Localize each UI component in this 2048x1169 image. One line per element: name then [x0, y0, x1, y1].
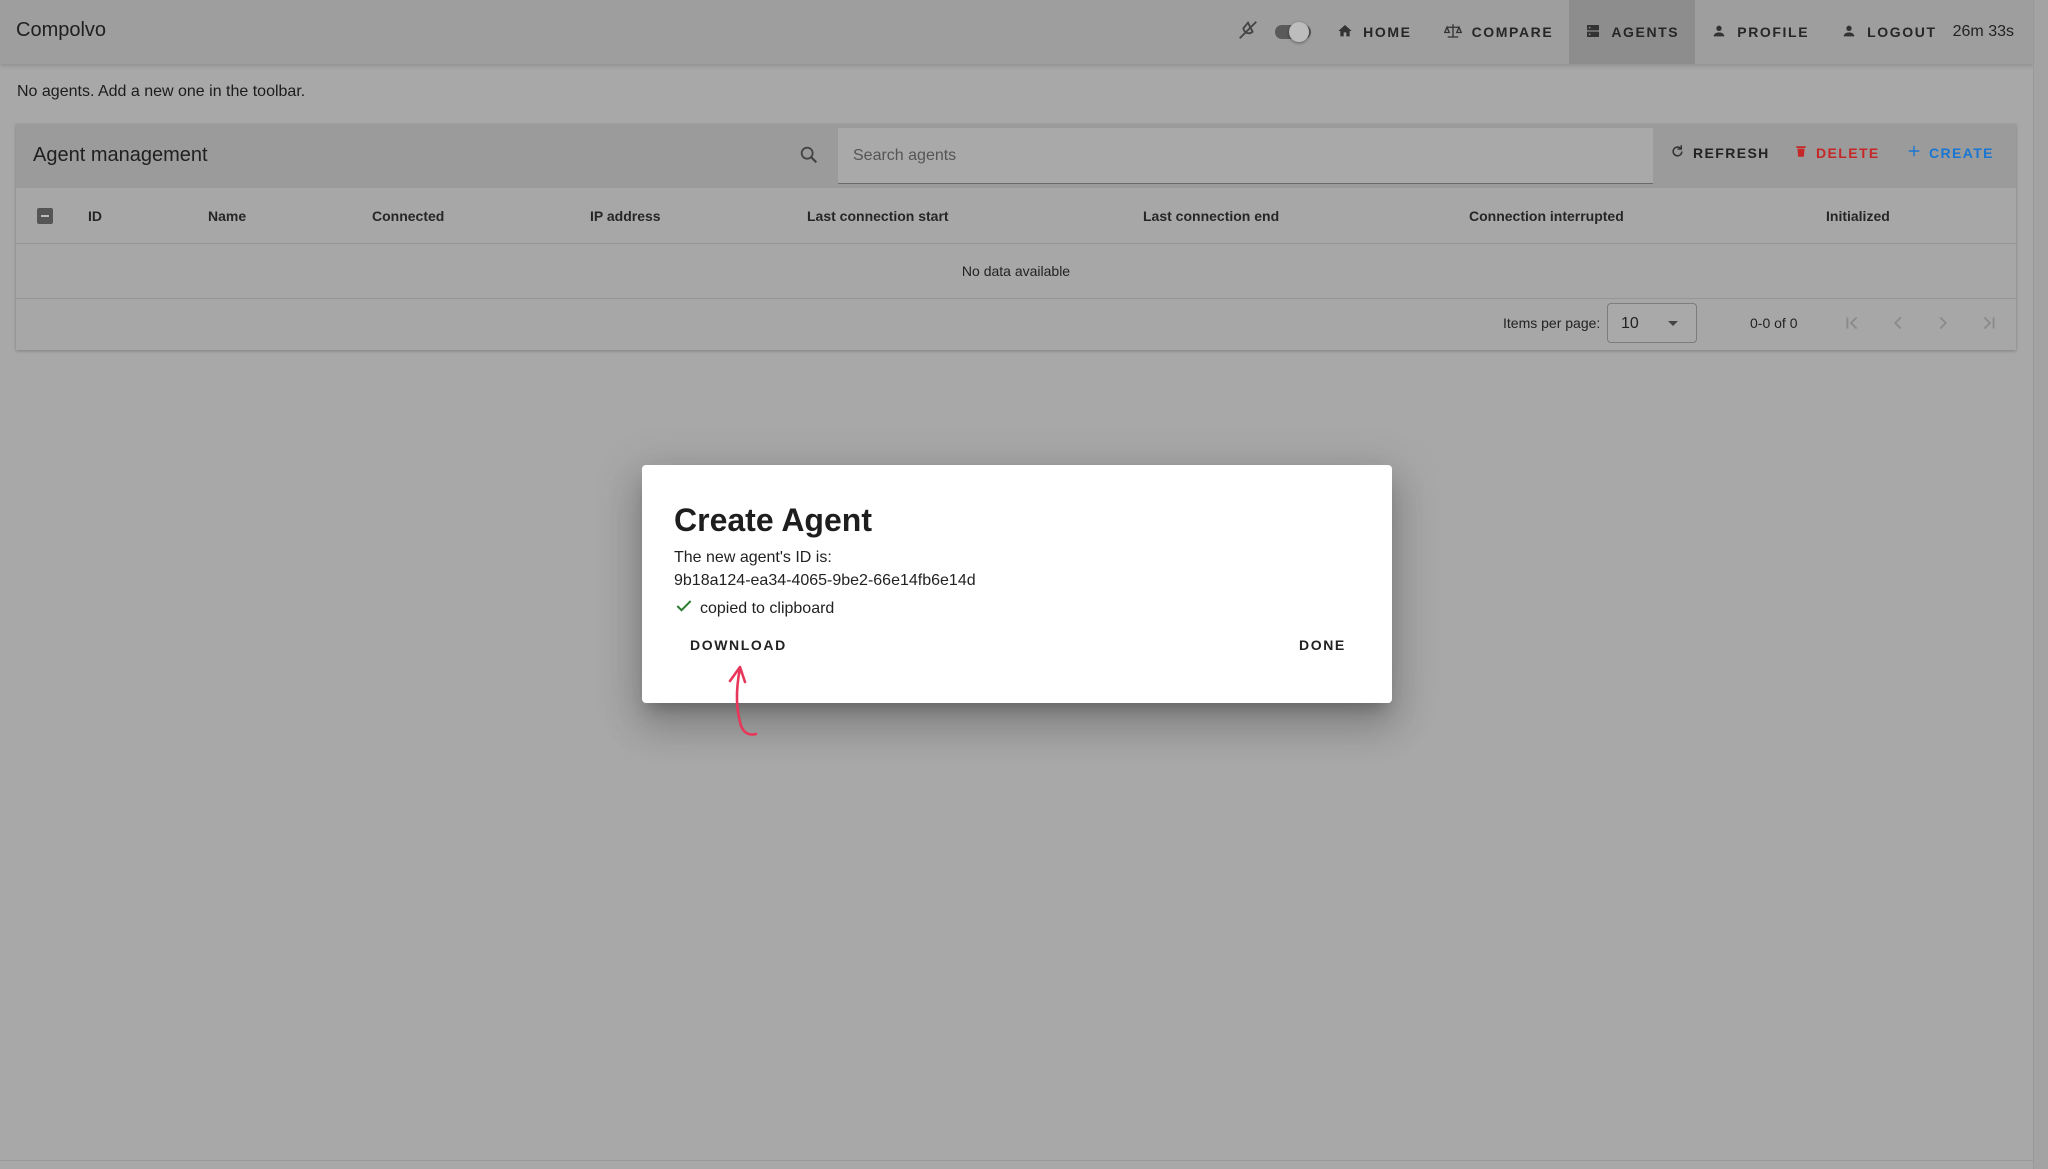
theme-toggle-button[interactable]: [1229, 19, 1267, 46]
trash-icon: [1794, 144, 1816, 162]
column-header-last-connection-end[interactable]: Last connection end: [1143, 208, 1279, 224]
table-title: Agent management: [33, 144, 208, 166]
delete-label: DELETE: [1816, 145, 1880, 161]
last-page-icon[interactable]: [1978, 312, 2000, 339]
caret-down-icon: [1668, 321, 1678, 326]
column-header-ip-address[interactable]: IP address: [590, 208, 661, 224]
items-per-page-select[interactable]: 10: [1607, 303, 1697, 343]
no-data-text: No data available: [961, 263, 1071, 279]
column-header-id[interactable]: ID: [88, 208, 102, 224]
check-icon: [674, 596, 700, 621]
empty-agents-message: No agents. Add a new one in the toolbar.: [17, 83, 306, 100]
items-per-page-value: 10: [1621, 315, 1639, 332]
copied-status: copied to clipboard: [674, 596, 834, 621]
dialog-id-label: The new agent's ID is:: [674, 549, 832, 566]
previous-page-icon[interactable]: [1887, 312, 1909, 339]
first-page-icon[interactable]: [1841, 312, 1863, 339]
session-timer: 26m 33s: [1952, 23, 2014, 40]
refresh-button[interactable]: REFRESH: [1670, 144, 1770, 162]
column-header-last-connection-start[interactable]: Last connection start: [807, 208, 949, 224]
nav-compare-label: COMPARE: [1471, 24, 1554, 40]
dark-mode-switch[interactable]: [1275, 22, 1312, 42]
copied-status-label: copied to clipboard: [700, 599, 835, 617]
nav-home[interactable]: HOME: [1321, 0, 1427, 64]
table-footer: Items per page: 10 0-0 of 0: [16, 299, 2016, 350]
select-all-checkbox[interactable]: [37, 208, 53, 224]
column-header-initialized[interactable]: Initialized: [1826, 208, 1890, 224]
agent-id-text: 9b18a124-ea34-4065-9be2-66e14fb6e14d: [674, 572, 976, 589]
create-label: CREATE: [1929, 144, 1994, 161]
nav-bar: HOME COMPARE AGENTS PROFILE LOGOUT 26m 3…: [1229, 0, 2014, 64]
nav-agents[interactable]: AGENTS: [1569, 0, 1696, 64]
account-icon: [1711, 23, 1737, 42]
delete-button[interactable]: DELETE: [1794, 144, 1880, 162]
search-input[interactable]: [838, 128, 1635, 184]
app-title[interactable]: Compolvo: [16, 19, 106, 42]
refresh-label: REFRESH: [1693, 145, 1770, 161]
nav-compare[interactable]: COMPARE: [1428, 0, 1570, 64]
app-bar: Compolvo HOME COMPARE AGENTS PROFILE LOG…: [0, 0, 2034, 64]
nav-profile[interactable]: PROFILE: [1695, 0, 1825, 64]
page-scrollbar[interactable]: [2033, 0, 2048, 1169]
items-per-page-label: Items per page:: [1503, 315, 1601, 331]
search-icon: [798, 144, 820, 171]
table-row: No data available: [16, 244, 2016, 299]
divider: [0, 1160, 2034, 1161]
column-header-name[interactable]: Name: [208, 208, 246, 224]
search-field[interactable]: [838, 128, 1653, 184]
nav-agents-label: AGENTS: [1611, 24, 1680, 40]
done-button[interactable]: DONE: [1299, 637, 1346, 653]
nav-home-label: HOME: [1363, 24, 1412, 40]
server-icon: [1585, 23, 1611, 42]
annotation-arrow-icon: [728, 665, 758, 736]
nav-logout-label: LOGOUT: [1867, 24, 1937, 40]
download-button[interactable]: DOWNLOAD: [690, 637, 787, 653]
plus-icon: [1907, 144, 1929, 161]
dialog-title: Create Agent: [674, 502, 872, 538]
page-range-text: 0-0 of 0: [1750, 315, 1798, 331]
invert-colors-off-icon: [1237, 19, 1259, 46]
next-page-icon[interactable]: [1932, 312, 1954, 339]
table-header-row: ID Name Connected IP address Last connec…: [16, 188, 2016, 244]
column-header-connected[interactable]: Connected: [372, 208, 444, 224]
scale-balance-icon: [1443, 22, 1472, 43]
home-icon: [1337, 23, 1363, 42]
nav-profile-label: PROFILE: [1737, 24, 1810, 40]
agent-table-card: Agent management REFRESH DELETE CREATE I…: [16, 124, 2016, 350]
create-button[interactable]: CREATE: [1907, 144, 1994, 161]
account-icon: [1841, 23, 1867, 42]
nav-logout[interactable]: LOGOUT: [1825, 0, 1952, 64]
refresh-icon: [1670, 144, 1693, 162]
table-toolbar: Agent management REFRESH DELETE CREATE: [16, 124, 2016, 188]
column-header-connection-interrupted[interactable]: Connection interrupted: [1469, 208, 1624, 224]
